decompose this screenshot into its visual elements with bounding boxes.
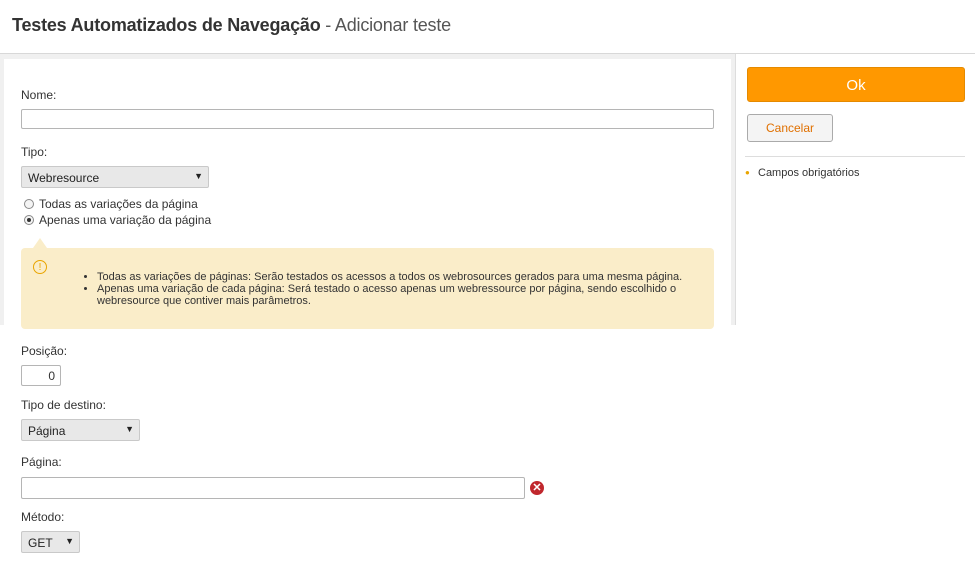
page-header: Testes Automatizados de Navegação - Adic… — [0, 0, 975, 54]
required-marker-icon: ● — [745, 168, 750, 177]
metodo-label: Método: — [21, 510, 65, 524]
radio-one-button[interactable] — [24, 215, 34, 225]
chevron-down-icon: ▼ — [125, 424, 134, 434]
pagina-label: Página: — [21, 455, 62, 469]
tipo-destino-label: Tipo de destino: — [21, 398, 106, 412]
nome-input[interactable] — [21, 109, 714, 129]
posicao-input[interactable]: 0 — [21, 365, 61, 386]
info-item: Apenas uma variação de cada página: Será… — [97, 283, 697, 307]
tooltip-pointer — [33, 238, 47, 248]
page-title-main: Testes Automatizados de Navegação — [12, 15, 321, 35]
tipo-destino-select-value: Página — [28, 424, 66, 438]
info-item: Todas as variações de páginas: Serão tes… — [97, 271, 697, 283]
page-title-sub: Adicionar teste — [334, 15, 451, 35]
tipo-select-value: Webresource — [28, 171, 100, 185]
radio-all-label: Todas as variações da página — [39, 197, 198, 211]
cancel-button[interactable]: Cancelar — [747, 114, 833, 142]
posicao-label: Posição: — [21, 344, 68, 358]
chevron-down-icon: ▼ — [65, 536, 74, 546]
radio-all-variations[interactable]: Todas as variações da página — [24, 197, 198, 211]
metodo-select-value: GET — [28, 536, 53, 550]
required-fields-note: Campos obrigatórios — [758, 167, 860, 179]
radio-all-button[interactable] — [24, 199, 34, 209]
pagina-input[interactable] — [21, 477, 525, 499]
tipo-select[interactable]: Webresource ▼ — [21, 166, 209, 188]
page-title: Testes Automatizados de Navegação - Adic… — [12, 15, 451, 36]
clear-icon[interactable]: ✕ — [530, 481, 544, 495]
sidebar-divider — [745, 156, 965, 157]
tipo-destino-select[interactable]: Página ▼ — [21, 419, 140, 441]
radio-one-variation[interactable]: Apenas uma variação da página — [24, 213, 211, 227]
info-tooltip: ! Todas as variações de páginas: Serão t… — [21, 238, 714, 329]
ok-button[interactable]: Ok — [747, 67, 965, 102]
info-list: Todas as variações de páginas: Serão tes… — [97, 271, 697, 307]
radio-one-label: Apenas uma variação da página — [39, 213, 212, 227]
tipo-label: Tipo: — [21, 145, 48, 159]
nome-label: Nome: — [21, 88, 57, 102]
chevron-down-icon: ▼ — [194, 171, 203, 181]
metodo-select[interactable]: GET ▼ — [21, 531, 80, 553]
warning-icon: ! — [33, 260, 47, 274]
title-separator: - — [320, 15, 335, 35]
